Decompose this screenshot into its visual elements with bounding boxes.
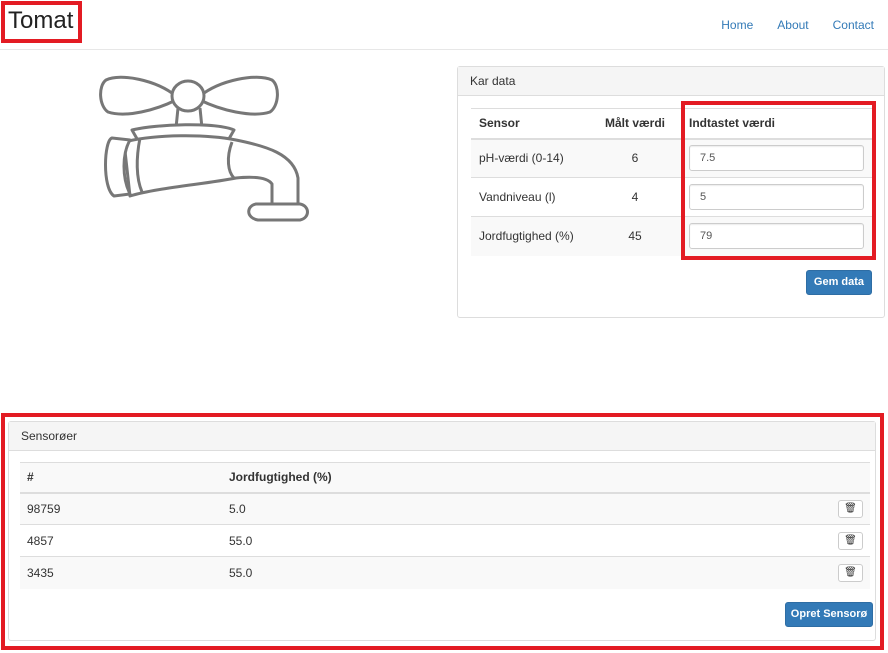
create-sensor-island-button[interactable]: Opret Sensorø [785, 602, 873, 627]
measured-value: 6 [589, 138, 681, 178]
column-soil-moisture: Jordfugtighed (%) [222, 462, 810, 494]
kar-data-heading: Kar data [458, 67, 884, 96]
table-row: pH-værdi (0-14) 6 7.5 [471, 138, 872, 178]
entered-value-input[interactable]: 7.5 [689, 145, 864, 172]
entered-value-input[interactable]: 5 [689, 184, 864, 210]
sensor-name: pH-værdi (0-14) [471, 138, 589, 178]
sensor-moisture: 5.0 [222, 492, 810, 525]
sensor-name: Vandniveau (l) [471, 177, 589, 217]
table-row: 3435 55.0 🗑 [20, 556, 870, 589]
sensor-moisture: 55.0 [222, 524, 810, 557]
table-row: 4857 55.0 🗑 [20, 524, 870, 557]
measured-value: 45 [589, 216, 681, 256]
entered-value-input[interactable]: 79 [689, 223, 864, 250]
brand-title[interactable]: Tomat [8, 6, 73, 36]
column-sensor: Sensor [471, 108, 589, 140]
trash-icon: 🗑 [844, 502, 857, 514]
kar-data-table: Sensor Målt værdi Indtastet værdi pH-vær… [471, 108, 872, 256]
nav-about-link[interactable]: About [777, 18, 808, 32]
header-divider [0, 49, 888, 50]
column-id: # [20, 462, 222, 494]
column-actions [810, 462, 870, 494]
faucet-icon [99, 75, 309, 222]
sensor-islands-panel: Sensorøer # Jordfugtighed (%) 98759 5.0 … [8, 421, 876, 641]
nav-home-link[interactable]: Home [721, 18, 753, 32]
delete-button[interactable]: 🗑 [838, 531, 863, 550]
save-data-button[interactable]: Gem data [806, 270, 872, 295]
sensor-id: 98759 [20, 492, 222, 525]
trash-icon: 🗑 [844, 534, 857, 546]
sensor-id: 4857 [20, 524, 222, 557]
table-row: 98759 5.0 🗑 [20, 492, 870, 525]
sensor-islands-table: # Jordfugtighed (%) 98759 5.0 🗑 4857 55.… [20, 462, 870, 589]
column-measured-value: Målt værdi [589, 108, 681, 140]
trash-icon: 🗑 [844, 566, 857, 578]
nav-contact-link[interactable]: Contact [833, 18, 874, 32]
top-nav: Home About Contact [721, 18, 874, 32]
sensor-name: Jordfugtighed (%) [471, 216, 589, 256]
measured-value: 4 [589, 177, 681, 217]
delete-button[interactable]: 🗑 [838, 499, 863, 518]
sensor-id: 3435 [20, 556, 222, 589]
table-row: Jordfugtighed (%) 45 79 [471, 216, 872, 256]
table-row: Vandniveau (l) 4 5 [471, 177, 872, 217]
column-entered-value: Indtastet værdi [681, 108, 872, 140]
sensor-islands-heading: Sensorøer [9, 422, 875, 451]
sensor-moisture: 55.0 [222, 556, 810, 589]
delete-button[interactable]: 🗑 [838, 563, 863, 582]
